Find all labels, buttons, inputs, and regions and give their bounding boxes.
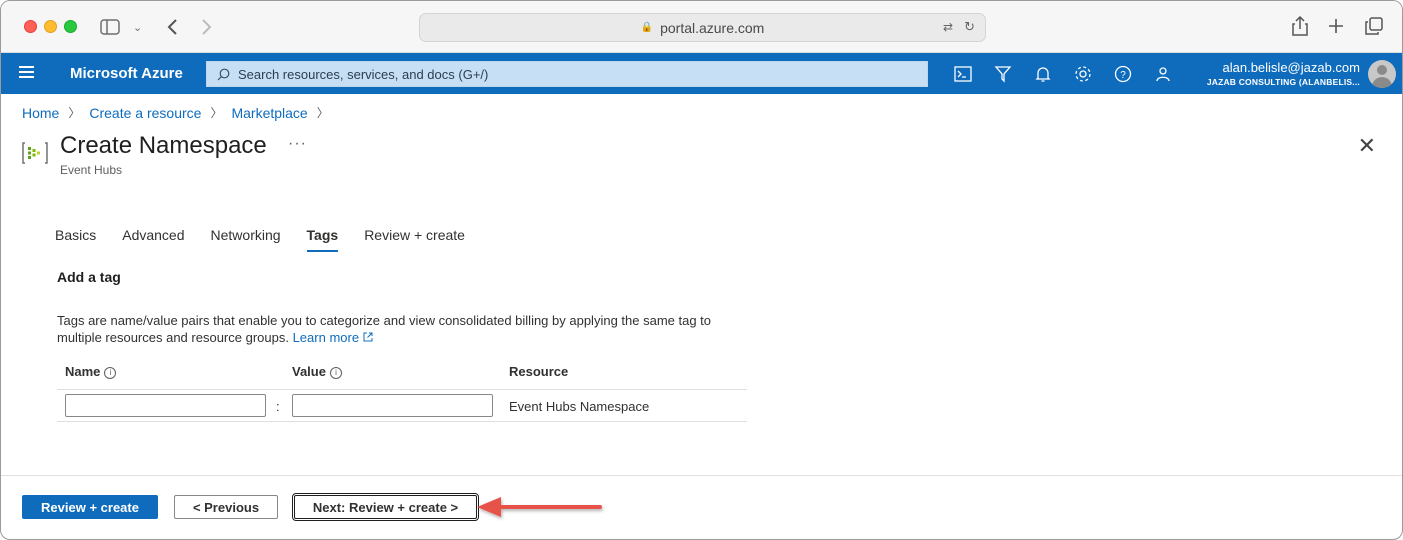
tags-description: Tags are name/value pairs that enable yo… xyxy=(57,312,737,346)
sidebar-toggle-icon[interactable] xyxy=(100,19,120,35)
browser-toolbar: ⌄ 🔒 portal.azure.com ⇄ ↻ xyxy=(1,1,1402,53)
url-text: portal.azure.com xyxy=(660,19,765,36)
svg-text:?: ? xyxy=(1120,70,1126,81)
info-icon[interactable]: i xyxy=(104,367,117,379)
chevron-down-icon[interactable]: ⌄ xyxy=(133,20,142,36)
account-info[interactable]: alan.belisle@jazab.com JAZAB CONSULTING … xyxy=(1207,60,1360,87)
event-hubs-icon xyxy=(22,142,48,164)
gear-icon[interactable] xyxy=(1073,64,1093,84)
breadcrumb-create-resource[interactable]: Create a resource xyxy=(89,105,201,121)
tag-resource-label: Event Hubs Namespace xyxy=(509,399,650,414)
more-options-icon[interactable]: ··· xyxy=(288,135,307,153)
forward-icon[interactable] xyxy=(201,18,213,36)
breadcrumb-home[interactable]: Home xyxy=(22,105,59,121)
reload-icon[interactable]: ↻ xyxy=(964,19,975,35)
previous-button[interactable]: < Previous xyxy=(174,495,278,519)
search-placeholder: Search resources, services, and docs (G+… xyxy=(238,66,489,82)
translate-icon[interactable]: ⇄ xyxy=(943,20,953,34)
feedback-icon[interactable] xyxy=(1153,64,1173,84)
tab-advanced[interactable]: Advanced xyxy=(122,227,184,252)
info-icon[interactable]: i xyxy=(329,367,342,379)
column-header-value: Value i xyxy=(292,364,342,379)
description-text: Tags are name/value pairs that enable yo… xyxy=(57,313,712,345)
review-create-button[interactable]: Review + create xyxy=(22,495,158,519)
close-window-button[interactable] xyxy=(24,20,37,33)
global-search-input[interactable]: Search resources, services, and docs (G+… xyxy=(206,61,928,87)
tab-networking[interactable]: Networking xyxy=(211,227,281,252)
tab-review-create[interactable]: Review + create xyxy=(364,227,465,252)
tab-overview-icon[interactable] xyxy=(1365,17,1383,35)
avatar[interactable] xyxy=(1368,60,1396,88)
address-bar[interactable]: 🔒 portal.azure.com ⇄ ↻ xyxy=(419,13,986,42)
footer-divider xyxy=(1,475,1402,476)
chevron-right-icon: 〉 xyxy=(210,106,223,120)
table-divider xyxy=(57,389,747,390)
close-icon[interactable]: ✕ xyxy=(1358,135,1376,157)
next-review-create-button[interactable]: Next: Review + create > xyxy=(292,493,479,521)
breadcrumb: Home 〉 Create a resource 〉 Marketplace 〉 xyxy=(22,104,338,121)
lock-icon: 🔒 xyxy=(640,22,654,33)
column-header-resource: Resource xyxy=(509,364,569,379)
new-tab-icon[interactable] xyxy=(1328,18,1344,34)
breadcrumb-marketplace[interactable]: Marketplace xyxy=(231,105,307,121)
maximize-window-button[interactable] xyxy=(64,20,77,33)
page-title: Create Namespace xyxy=(60,132,267,159)
help-icon[interactable]: ? xyxy=(1113,64,1133,84)
directory-filter-icon[interactable] xyxy=(993,64,1013,84)
user-tenant: JAZAB CONSULTING (ALANBELIS... xyxy=(1206,77,1360,87)
portal-menu-icon[interactable] xyxy=(19,66,34,81)
cloud-shell-icon[interactable] xyxy=(953,64,973,84)
share-icon[interactable] xyxy=(1292,16,1308,36)
tab-basics[interactable]: Basics xyxy=(55,227,96,252)
column-header-name: Name i xyxy=(65,364,117,379)
search-icon xyxy=(217,68,230,80)
tag-name-input[interactable] xyxy=(65,394,266,417)
page-subtitle: Event Hubs xyxy=(60,163,123,177)
learn-more-link[interactable]: Learn more xyxy=(293,330,373,345)
external-link-icon xyxy=(363,332,373,342)
tab-tags[interactable]: Tags xyxy=(306,227,339,252)
chevron-right-icon: 〉 xyxy=(68,106,81,120)
chevron-right-icon: 〉 xyxy=(316,106,329,120)
brand-name[interactable]: Microsoft Azure xyxy=(70,65,183,82)
azure-top-bar: Microsoft Azure Search resources, servic… xyxy=(1,53,1402,94)
table-divider xyxy=(57,421,747,422)
tag-value-input[interactable] xyxy=(292,394,493,417)
browser-window: ⌄ 🔒 portal.azure.com ⇄ ↻ Microsoft Azure… xyxy=(0,0,1403,540)
annotation-arrow-icon xyxy=(477,497,602,517)
bell-icon[interactable] xyxy=(1033,64,1053,84)
user-email: alan.belisle@jazab.com xyxy=(1222,60,1361,75)
wizard-tabs: Basics Advanced Networking Tags Review +… xyxy=(55,227,491,252)
name-value-separator: : xyxy=(276,399,280,414)
section-title: Add a tag xyxy=(57,269,121,285)
back-icon[interactable] xyxy=(166,18,178,36)
minimize-window-button[interactable] xyxy=(44,20,57,33)
